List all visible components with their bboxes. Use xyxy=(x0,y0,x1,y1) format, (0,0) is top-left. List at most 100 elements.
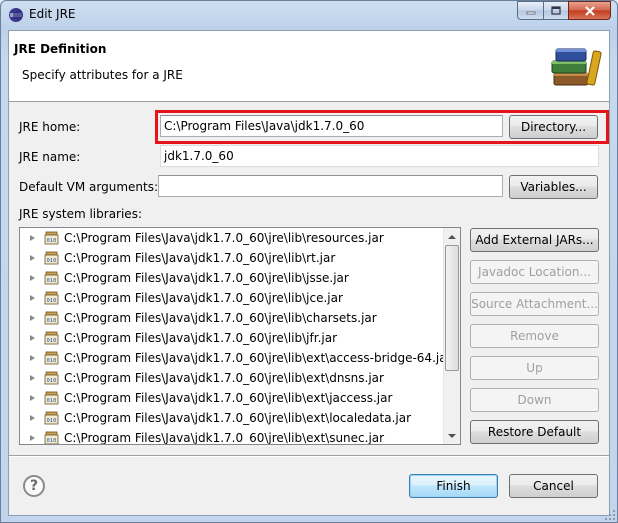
library-row[interactable]: 010 C:\Program Files\Java\jdk1.7.0_60\jre… xyxy=(20,408,445,428)
svg-text:010: 010 xyxy=(47,438,57,444)
library-row[interactable]: 010 C:\Program Files\Java\jdk1.7.0_60\jre… xyxy=(20,348,445,368)
svg-text:010: 010 xyxy=(47,318,57,324)
expand-arrow-icon[interactable] xyxy=(30,375,35,381)
jar-icon: 010 xyxy=(44,251,59,265)
help-button[interactable]: ? xyxy=(23,475,45,497)
library-path: C:\Program Files\Java\jdk1.7.0_60\jre\li… xyxy=(64,251,336,265)
svg-text:010: 010 xyxy=(47,358,57,364)
jar-icon: 010 xyxy=(44,411,59,425)
libraries-tree[interactable]: 010 C:\Program Files\Java\jdk1.7.0_60\jre… xyxy=(19,227,461,445)
header-subtitle: Specify attributes for a JRE xyxy=(22,68,183,82)
source-attachment-button[interactable]: Source Attachment... xyxy=(470,292,599,316)
scroll-down-button[interactable] xyxy=(444,427,460,444)
dialog-header: JRE Definition Specify attributes for a … xyxy=(9,31,609,102)
jre-home-label: JRE home: xyxy=(19,120,81,134)
library-path: C:\Program Files\Java\jdk1.7.0_60\jre\li… xyxy=(64,431,385,444)
jar-icon: 010 xyxy=(44,311,59,325)
jar-icon: 010 xyxy=(44,331,59,345)
library-path: C:\Program Files\Java\jdk1.7.0_60\jre\li… xyxy=(64,371,384,385)
library-path: C:\Program Files\Java\jdk1.7.0_60\jre\li… xyxy=(64,231,384,245)
svg-text:010: 010 xyxy=(47,298,57,304)
minimize-button[interactable] xyxy=(517,1,543,20)
svg-text:010: 010 xyxy=(47,258,57,264)
expand-arrow-icon[interactable] xyxy=(30,275,35,281)
library-path: C:\Program Files\Java\jdk1.7.0_60\jre\li… xyxy=(64,351,445,365)
library-row[interactable]: 010 C:\Program Files\Java\jdk1.7.0_60\jre… xyxy=(20,328,445,348)
expand-arrow-icon[interactable] xyxy=(30,335,35,341)
jar-icon: 010 xyxy=(44,231,59,245)
library-row[interactable]: 010 C:\Program Files\Java\jdk1.7.0_60\jre… xyxy=(20,248,445,268)
svg-text:010: 010 xyxy=(47,278,57,284)
jre-name-label: JRE name: xyxy=(19,150,81,164)
header-title: JRE Definition xyxy=(14,42,107,56)
chevron-down-icon xyxy=(448,433,456,438)
minimize-icon xyxy=(526,11,535,14)
expand-arrow-icon[interactable] xyxy=(30,295,35,301)
scroll-up-button[interactable] xyxy=(444,228,460,245)
vm-args-label: Default VM arguments: xyxy=(19,180,159,194)
jar-icon: 010 xyxy=(44,291,59,305)
jar-icon: 010 xyxy=(44,351,59,365)
cancel-button[interactable]: Cancel xyxy=(509,474,598,498)
close-button[interactable] xyxy=(568,1,611,20)
caption-buttons xyxy=(517,1,611,20)
eclipse-icon xyxy=(9,8,23,22)
edit-jre-window: Edit JRE JRE Definition Specify attribut… xyxy=(0,0,618,523)
svg-text:010: 010 xyxy=(47,338,57,344)
library-row[interactable]: 010 C:\Program Files\Java\jdk1.7.0_60\jre… xyxy=(20,308,445,328)
svg-text:010: 010 xyxy=(47,238,57,244)
books-icon xyxy=(551,48,602,86)
library-path: C:\Program Files\Java\jdk1.7.0_60\jre\li… xyxy=(64,331,338,345)
expand-arrow-icon[interactable] xyxy=(30,315,35,321)
jre-home-highlight xyxy=(155,110,609,144)
dialog-client-area: JRE Definition Specify attributes for a … xyxy=(8,30,610,516)
resize-grip-icon[interactable] xyxy=(604,509,616,521)
help-icon: ? xyxy=(29,478,39,494)
libraries-label: JRE system libraries: xyxy=(19,207,142,221)
jre-name-input[interactable]: jdk1.7.0_60 xyxy=(160,145,599,167)
library-path: C:\Program Files\Java\jdk1.7.0_60\jre\li… xyxy=(64,391,393,405)
expand-arrow-icon[interactable] xyxy=(30,415,35,421)
library-path: C:\Program Files\Java\jdk1.7.0_60\jre\li… xyxy=(64,311,377,325)
vm-args-input[interactable] xyxy=(158,175,503,197)
variables-button[interactable]: Variables... xyxy=(509,175,598,199)
expand-arrow-icon[interactable] xyxy=(30,395,35,401)
expand-arrow-icon[interactable] xyxy=(30,435,35,441)
close-icon xyxy=(584,5,595,16)
library-row[interactable]: 010 C:\Program Files\Java\jdk1.7.0_60\jre… xyxy=(20,428,445,444)
maximize-button[interactable] xyxy=(543,1,568,20)
jar-icon: 010 xyxy=(44,371,59,385)
library-row[interactable]: 010 C:\Program Files\Java\jdk1.7.0_60\jre… xyxy=(20,288,445,308)
chevron-up-icon xyxy=(448,234,456,239)
up-button[interactable]: Up xyxy=(470,356,599,380)
jar-icon: 010 xyxy=(44,431,59,444)
library-path: C:\Program Files\Java\jdk1.7.0_60\jre\li… xyxy=(64,411,412,425)
finish-button[interactable]: Finish xyxy=(409,474,498,498)
library-row[interactable]: 010 C:\Program Files\Java\jdk1.7.0_60\jre… xyxy=(20,368,445,388)
expand-arrow-icon[interactable] xyxy=(30,235,35,241)
javadoc-location-button[interactable]: Javadoc Location... xyxy=(470,260,599,284)
scroll-thumb[interactable] xyxy=(445,245,459,371)
remove-button[interactable]: Remove xyxy=(470,324,599,348)
maximize-icon xyxy=(551,5,561,15)
expand-arrow-icon[interactable] xyxy=(30,355,35,361)
expand-arrow-icon[interactable] xyxy=(30,255,35,261)
library-row[interactable]: 010 C:\Program Files\Java\jdk1.7.0_60\jre… xyxy=(20,268,445,288)
footer-separator xyxy=(9,455,609,457)
library-row[interactable]: 010 C:\Program Files\Java\jdk1.7.0_60\jre… xyxy=(20,388,445,408)
svg-text:010: 010 xyxy=(47,398,57,404)
library-path: C:\Program Files\Java\jdk1.7.0_60\jre\li… xyxy=(64,271,349,285)
down-button[interactable]: Down xyxy=(470,388,599,412)
window-title: Edit JRE xyxy=(29,7,76,21)
restore-default-button[interactable]: Restore Default xyxy=(470,420,599,444)
jar-icon: 010 xyxy=(44,271,59,285)
title-bar[interactable]: Edit JRE xyxy=(1,1,617,29)
library-row[interactable]: 010 C:\Program Files\Java\jdk1.7.0_60\jre… xyxy=(20,228,445,248)
svg-text:010: 010 xyxy=(47,378,57,384)
libraries-list: 010 C:\Program Files\Java\jdk1.7.0_60\jre… xyxy=(20,228,445,444)
library-path: C:\Program Files\Java\jdk1.7.0_60\jre\li… xyxy=(64,291,343,305)
add-external-jars-button[interactable]: Add External JARs... xyxy=(470,228,599,252)
jar-icon: 010 xyxy=(44,391,59,405)
libraries-scrollbar[interactable] xyxy=(443,228,460,444)
svg-text:010: 010 xyxy=(47,418,57,424)
